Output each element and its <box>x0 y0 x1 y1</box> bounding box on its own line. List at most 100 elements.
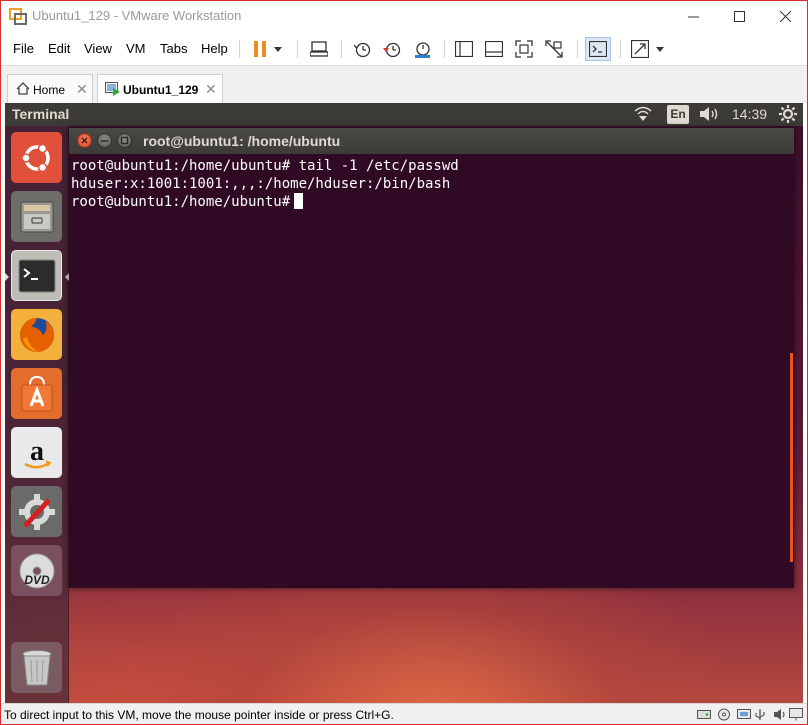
terminal-output[interactable]: root@ubuntu1:/home/ubuntu# tail -1 /etc/… <box>69 154 794 588</box>
tab-vm-close-icon[interactable]: ✕ <box>205 81 217 98</box>
settings-wrench-icon <box>18 493 55 530</box>
firefox-icon <box>19 317 54 352</box>
unity-mode-button[interactable] <box>543 38 565 60</box>
show-thumbnail-bar-button[interactable] <box>483 38 505 60</box>
power-dropdown[interactable] <box>271 38 285 60</box>
launcher-amazon[interactable]: a <box>11 427 62 478</box>
full-screen-button[interactable] <box>513 38 535 60</box>
launcher-dash-home[interactable] <box>11 132 62 183</box>
toolbar-separator <box>239 40 240 58</box>
vmware-window: Ubuntu1_129 - VMware Workstation File Ed… <box>0 0 808 725</box>
console-view-button[interactable] <box>585 37 611 61</box>
console-icon <box>589 41 607 57</box>
terminal-minimize-button[interactable] <box>97 133 112 148</box>
terminal-line: hduser:x:1001:1001:,,,:/home/hduser:/bin… <box>71 176 451 192</box>
snapshot-manager-icon <box>415 42 430 58</box>
toolbar-separator <box>444 40 445 58</box>
suspend-button[interactable] <box>249 38 271 60</box>
menu-edit[interactable]: Edit <box>48 41 70 56</box>
cd-dvd-icon[interactable] <box>717 708 731 721</box>
snapshot-manager-button[interactable] <box>411 38 433 60</box>
close-icon <box>81 137 88 144</box>
usb-device-icon[interactable] <box>753 708 767 721</box>
terminal-titlebar[interactable]: root@ubuntu1: /home/ubuntu <box>69 128 794 154</box>
thumbnail-bar-icon <box>485 41 503 57</box>
toolbar-separator <box>577 40 578 58</box>
launcher-dvd[interactable]: DVD <box>11 545 62 596</box>
terminal-prompt: root@ubuntu1:/home/ubuntu# <box>71 194 291 210</box>
vm-running-icon <box>105 82 120 96</box>
unity-launcher: a DVD <box>5 126 69 703</box>
menu-toolbar: File Edit View VM Tabs Help <box>1 32 807 65</box>
menu-help[interactable]: Help <box>201 41 228 56</box>
vmware-app-icon <box>9 8 27 25</box>
amazon-icon: a <box>23 436 52 468</box>
launcher-system-settings[interactable] <box>11 486 62 537</box>
show-library-button[interactable] <box>453 38 475 60</box>
file-cabinet-icon <box>20 201 53 232</box>
status-bar: To direct input to this VM, move the mou… <box>1 703 807 724</box>
terminal-line: root@ubuntu1:/home/ubuntu# tail -1 /etc/… <box>71 158 459 174</box>
gear-icon[interactable] <box>779 105 797 123</box>
title-bar: Ubuntu1_129 - VMware Workstation <box>1 1 807 32</box>
active-app-title: Terminal <box>12 106 70 122</box>
chevron-down-icon <box>656 46 664 52</box>
pause-icon <box>254 41 266 57</box>
status-message: To direct input to this VM, move the mou… <box>4 708 394 722</box>
shopping-bag-icon <box>21 375 52 411</box>
chevron-down-icon <box>274 46 282 52</box>
take-snapshot-button[interactable] <box>351 38 373 60</box>
sound-card-icon[interactable] <box>773 708 787 721</box>
terminal-prompt-line: root@ubuntu1:/home/ubuntu# <box>71 193 794 211</box>
window-title: Ubuntu1_129 - VMware Workstation <box>32 8 242 23</box>
terminal-icon <box>18 259 55 292</box>
volume-icon[interactable] <box>699 106 721 122</box>
dvd-disc-icon: DVD <box>19 553 54 588</box>
tab-bar: Home ✕ Ubuntu1_129 ✕ <box>1 65 807 103</box>
menu-vm[interactable]: VM <box>126 41 146 56</box>
stretch-icon <box>631 40 649 58</box>
toolbar-separator <box>297 40 298 58</box>
tab-vm-label: Ubuntu1_129 <box>123 83 199 97</box>
hard-disk-icon[interactable] <box>697 708 711 721</box>
send-ctrl-alt-del-button[interactable] <box>308 38 330 60</box>
minimize-icon <box>687 16 699 18</box>
revert-snapshot-button[interactable] <box>381 38 403 60</box>
launcher-trash[interactable] <box>11 642 62 693</box>
minimize-icon <box>101 140 108 142</box>
close-button[interactable] <box>762 1 807 32</box>
close-icon <box>779 11 791 22</box>
menu-view[interactable]: View <box>84 41 112 56</box>
maximize-button[interactable] <box>716 1 762 32</box>
vm-guest-display[interactable]: Terminal En 14:39 a DVD root@ubuntu1: /h… <box>5 103 803 703</box>
toolbar-separator <box>620 40 621 58</box>
terminal-title: root@ubuntu1: /home/ubuntu <box>143 133 341 149</box>
stretch-dropdown[interactable] <box>653 38 667 60</box>
launcher-terminal[interactable] <box>11 250 62 301</box>
text-cursor <box>294 193 304 209</box>
wifi-icon[interactable] <box>633 106 653 122</box>
svg-text:a: a <box>30 436 44 467</box>
tab-ubuntu-vm[interactable]: Ubuntu1_129 ✕ <box>97 74 223 103</box>
launcher-software-center[interactable] <box>11 368 62 419</box>
stretch-guest-button[interactable] <box>629 38 651 60</box>
clock[interactable]: 14:39 <box>732 106 767 122</box>
launcher-firefox[interactable] <box>11 309 62 360</box>
menu-tabs[interactable]: Tabs <box>160 41 187 56</box>
keyboard-language-indicator[interactable]: En <box>667 105 689 124</box>
maximize-icon <box>733 11 745 22</box>
network-adapter-icon[interactable] <box>737 708 751 721</box>
tab-home[interactable]: Home ✕ <box>7 74 93 103</box>
launcher-files[interactable] <box>11 191 62 242</box>
terminal-maximize-button[interactable] <box>117 133 132 148</box>
unity-mode-icon <box>545 40 563 58</box>
tab-home-close-icon[interactable]: ✕ <box>76 81 88 98</box>
minimize-button[interactable] <box>670 1 716 32</box>
terminal-scrollbar[interactable] <box>790 353 793 562</box>
menu-file[interactable]: File <box>13 41 34 56</box>
library-pane-icon <box>455 41 473 57</box>
display-icon[interactable] <box>789 708 803 721</box>
terminal-window[interactable]: root@ubuntu1: /home/ubuntu root@ubuntu1:… <box>69 128 794 588</box>
full-screen-icon <box>515 40 533 58</box>
terminal-close-button[interactable] <box>77 133 92 148</box>
